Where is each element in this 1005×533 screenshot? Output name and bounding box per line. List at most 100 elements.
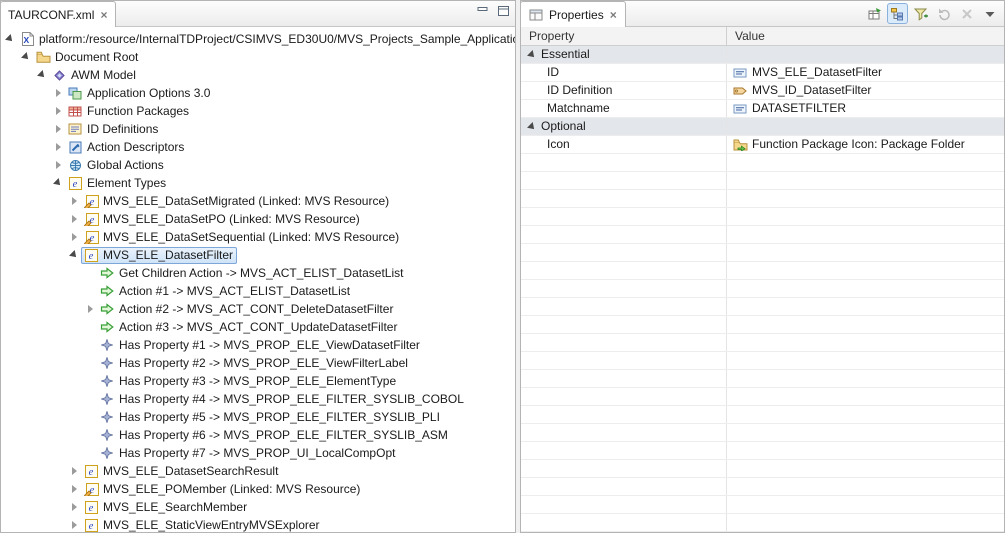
tree-item-content[interactable]: Get Children Action -> MVS_ACT_ELIST_Dat… [97, 265, 407, 282]
column-header-property[interactable]: Property [521, 27, 727, 45]
tree-item-content[interactable]: eMVS_ELE_POMember (Linked: MVS Resource) [81, 481, 364, 498]
expand-arrow-icon[interactable] [51, 107, 65, 115]
expand-arrow-icon[interactable] [67, 215, 81, 223]
tree-item-content[interactable]: eMVS_ELE_DatasetSearchResult [81, 463, 282, 480]
category-row[interactable]: Essential [521, 46, 1004, 64]
tree-item[interactable]: Action #1 -> MVS_ACT_ELIST_DatasetList [1, 282, 515, 300]
property-row[interactable]: IDMVS_ELE_DatasetFilter [521, 64, 1004, 82]
tree-item-content[interactable]: eMVS_ELE_DataSetSequential (Linked: MVS … [81, 229, 403, 246]
close-icon[interactable]: × [99, 8, 108, 22]
minimize-icon[interactable] [477, 6, 488, 16]
expand-arrow-icon[interactable] [51, 89, 65, 97]
tree-item-content[interactable]: Has Property #6 -> MVS_PROP_ELE_FILTER_S… [97, 427, 452, 444]
collapse-arrow-icon[interactable] [525, 124, 539, 130]
property-row[interactable]: MatchnameDATASETFILTER [521, 100, 1004, 118]
tree-item-content[interactable]: Action #3 -> MVS_ACT_CONT_UpdateDatasetF… [97, 319, 401, 336]
tree-item-content[interactable]: ID Definitions [65, 121, 162, 138]
tree-item[interactable]: Action Descriptors [1, 138, 515, 156]
tree-item-content[interactable]: Has Property #5 -> MVS_PROP_ELE_FILTER_S… [97, 409, 444, 426]
restore-default-value-icon[interactable] [933, 3, 954, 24]
tree-item[interactable]: Has Property #4 -> MVS_PROP_ELE_FILTER_S… [1, 390, 515, 408]
tree-item-content[interactable]: eMVS_ELE_SearchMember [81, 499, 251, 516]
tree-item[interactable]: eMVS_ELE_DatasetFilter [1, 246, 515, 264]
expand-arrow-icon[interactable] [67, 467, 81, 475]
tree-item[interactable]: Has Property #3 -> MVS_PROP_ELE_ElementT… [1, 372, 515, 390]
tree-item[interactable]: Function Packages [1, 102, 515, 120]
expand-arrow-icon[interactable] [51, 125, 65, 133]
expand-arrow-icon[interactable] [67, 233, 81, 241]
tab-properties[interactable]: Properties × [520, 1, 626, 27]
property-row[interactable]: IconFunction Package Icon: Package Folde… [521, 136, 1004, 154]
tree-item-content[interactable]: Has Property #2 -> MVS_PROP_ELE_ViewFilt… [97, 355, 412, 372]
expand-arrow-icon[interactable] [67, 521, 81, 529]
show-categories-icon[interactable] [887, 3, 908, 24]
tree-item[interactable]: Get Children Action -> MVS_ACT_ELIST_Dat… [1, 264, 515, 282]
tree-item-content[interactable]: eMVS_ELE_StaticViewEntryMVSExplorer [81, 517, 324, 533]
close-icon[interactable]: × [609, 8, 618, 22]
tree-item[interactable]: Has Property #1 -> MVS_PROP_ELE_ViewData… [1, 336, 515, 354]
property-name-cell: ID Definition [521, 82, 727, 99]
tree-item-content[interactable]: Has Property #1 -> MVS_PROP_ELE_ViewData… [97, 337, 424, 354]
expand-arrow-icon[interactable] [67, 197, 81, 205]
tree-item[interactable]: Application Options 3.0 [1, 84, 515, 102]
tree-item[interactable]: ID Definitions [1, 120, 515, 138]
show-advanced-properties-icon[interactable] [910, 3, 931, 24]
tree-selection[interactable]: eMVS_ELE_DatasetFilter [81, 247, 237, 264]
column-header-value[interactable]: Value [727, 27, 1004, 45]
tree-item[interactable]: Global Actions [1, 156, 515, 174]
tree-item[interactable]: eMVS_ELE_DataSetPO (Linked: MVS Resource… [1, 210, 515, 228]
collapse-arrow-icon[interactable] [3, 36, 17, 42]
collapse-arrow-icon[interactable] [19, 54, 33, 60]
property-row[interactable]: ID DefinitionMVS_ID_DatasetFilter [521, 82, 1004, 100]
tree-item-content[interactable]: Has Property #7 -> MVS_PROP_UI_LocalComp… [97, 445, 399, 462]
pin-to-selection-icon[interactable] [864, 3, 885, 24]
tree-item-content[interactable]: Function Packages [65, 103, 193, 120]
tree-item[interactable]: Action #3 -> MVS_ACT_CONT_UpdateDatasetF… [1, 318, 515, 336]
tree-item-content[interactable]: Xplatform:/resource/InternalTDProject/CS… [17, 31, 515, 48]
tree-item[interactable]: eMVS_ELE_DataSetSequential (Linked: MVS … [1, 228, 515, 246]
tree-item-content[interactable]: eMVS_ELE_DataSetMigrated (Linked: MVS Re… [81, 193, 393, 210]
collapse-arrow-icon[interactable] [51, 180, 65, 186]
tree-item-content[interactable]: eMVS_ELE_DataSetPO (Linked: MVS Resource… [81, 211, 364, 228]
collapse-arrow-icon[interactable] [525, 52, 539, 58]
tab-taurconf-xml[interactable]: TAURCONF.xml × [0, 1, 116, 27]
tree-item[interactable]: eMVS_ELE_DataSetMigrated (Linked: MVS Re… [1, 192, 515, 210]
collapse-arrow-icon[interactable] [35, 72, 49, 78]
tree-item-content[interactable]: AWM Model [49, 67, 140, 84]
element-type-icon: e [83, 465, 99, 478]
view-menu-icon[interactable] [979, 3, 1000, 24]
tree-item[interactable]: Has Property #2 -> MVS_PROP_ELE_ViewFilt… [1, 354, 515, 372]
tree-item-content[interactable]: eElement Types [65, 175, 170, 192]
tree-item[interactable]: Has Property #6 -> MVS_PROP_ELE_FILTER_S… [1, 426, 515, 444]
tree-item[interactable]: eElement Types [1, 174, 515, 192]
remove-property-icon[interactable] [956, 3, 977, 24]
tree-item[interactable]: eMVS_ELE_DatasetSearchResult [1, 462, 515, 480]
action-arrow-icon [99, 267, 115, 279]
expand-arrow-icon[interactable] [67, 485, 81, 493]
category-row[interactable]: Optional [521, 118, 1004, 136]
collapse-arrow-icon[interactable] [67, 252, 81, 258]
tree-item[interactable]: Xplatform:/resource/InternalTDProject/CS… [1, 30, 515, 48]
maximize-icon[interactable] [498, 6, 509, 16]
tree-item[interactable]: Has Property #7 -> MVS_PROP_UI_LocalComp… [1, 444, 515, 462]
tree-item[interactable]: eMVS_ELE_StaticViewEntryMVSExplorer [1, 516, 515, 532]
tree-item-content[interactable]: Action #1 -> MVS_ACT_ELIST_DatasetList [97, 283, 354, 300]
expand-arrow-icon[interactable] [51, 143, 65, 151]
expand-arrow-icon[interactable] [51, 161, 65, 169]
tree-item[interactable]: AWM Model [1, 66, 515, 84]
tree-item-content[interactable]: Application Options 3.0 [65, 85, 214, 102]
tree-item[interactable]: Has Property #5 -> MVS_PROP_ELE_FILTER_S… [1, 408, 515, 426]
tree-item[interactable]: eMVS_ELE_POMember (Linked: MVS Resource) [1, 480, 515, 498]
tree-item-content[interactable]: Global Actions [65, 157, 168, 174]
tree-item[interactable]: eMVS_ELE_SearchMember [1, 498, 515, 516]
tree-item[interactable]: Action #2 -> MVS_ACT_CONT_DeleteDatasetF… [1, 300, 515, 318]
expand-arrow-icon[interactable] [83, 305, 97, 313]
tree-item-content[interactable]: Action #2 -> MVS_ACT_CONT_DeleteDatasetF… [97, 301, 397, 318]
tree-item-content[interactable]: Document Root [33, 49, 142, 66]
empty-row [521, 352, 1004, 370]
expand-arrow-icon[interactable] [67, 503, 81, 511]
tree-item-content[interactable]: Has Property #3 -> MVS_PROP_ELE_ElementT… [97, 373, 400, 390]
tree-item-content[interactable]: Action Descriptors [65, 139, 188, 156]
tree-item[interactable]: Document Root [1, 48, 515, 66]
tree-item-content[interactable]: Has Property #4 -> MVS_PROP_ELE_FILTER_S… [97, 391, 468, 408]
